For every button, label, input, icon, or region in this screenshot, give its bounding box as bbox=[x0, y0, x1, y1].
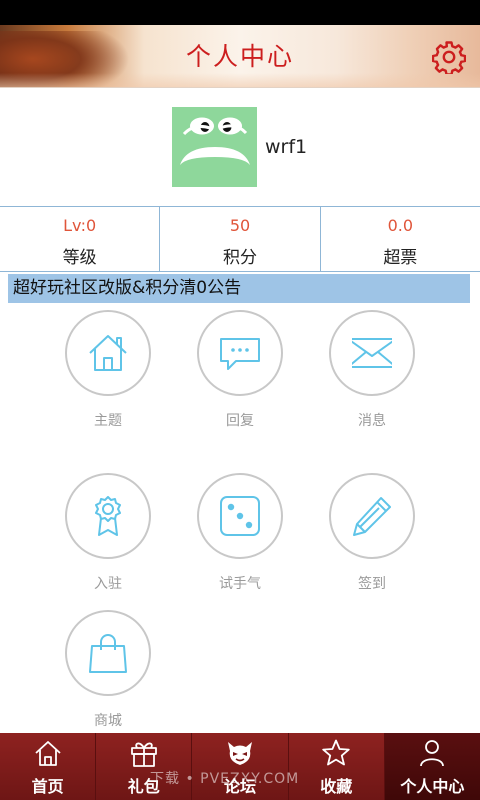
frog-face-avatar bbox=[180, 117, 250, 165]
stat-label: 超票 bbox=[383, 248, 418, 268]
menu-item-topics[interactable]: 主题 bbox=[63, 310, 153, 429]
watermark-text: 下载 • PVEZXY.COM bbox=[150, 771, 300, 787]
stat-tickets[interactable]: 0.0 超票 bbox=[321, 207, 480, 271]
menu-item-label: 签到 bbox=[358, 576, 386, 592]
tab-favorites[interactable]: 收藏 bbox=[289, 733, 385, 800]
bottom-tab-bar: 首页 礼包 论坛 收藏 个人中心 bbox=[0, 733, 480, 800]
home-outline-icon bbox=[34, 741, 61, 766]
envelope-icon bbox=[352, 338, 392, 368]
house-icon bbox=[89, 335, 127, 371]
stat-label: 等级 bbox=[62, 248, 97, 268]
menu-icon-circle bbox=[329, 310, 415, 396]
stat-label: 积分 bbox=[222, 248, 257, 268]
stat-value: 50 bbox=[229, 216, 251, 235]
tab-label: 首页 bbox=[31, 777, 64, 796]
tab-forum[interactable]: 论坛 bbox=[192, 733, 289, 800]
page-title: 个人中心 bbox=[185, 42, 294, 71]
stat-value: 0.0 bbox=[387, 216, 414, 235]
gift-icon bbox=[130, 742, 157, 767]
menu-item-shop[interactable]: 商城 bbox=[63, 610, 153, 729]
menu-item-label: 消息 bbox=[358, 413, 386, 429]
gear-icon bbox=[431, 41, 467, 76]
stat-points[interactable]: 50 积分 bbox=[160, 207, 321, 271]
badge-ribbon-icon bbox=[95, 496, 121, 536]
menu-icon-circle bbox=[65, 310, 151, 396]
menu-item-replies[interactable]: 回复 bbox=[195, 310, 285, 429]
menu-icon-circle bbox=[65, 473, 151, 559]
forum-mascot-icon bbox=[228, 742, 252, 765]
menu-item-try-luck[interactable]: 试手气 bbox=[195, 473, 285, 592]
stat-level[interactable]: Lv:0 等级 bbox=[0, 207, 161, 271]
star-icon bbox=[322, 739, 350, 766]
menu-icon-circle bbox=[197, 310, 283, 396]
shopping-bag-icon bbox=[89, 634, 127, 673]
menu-item-label: 入驻 bbox=[94, 576, 122, 592]
tab-home[interactable]: 首页 bbox=[0, 733, 97, 800]
menu-item-messages[interactable]: 消息 bbox=[327, 310, 417, 429]
menu-icon-circle bbox=[329, 473, 415, 559]
profile-section: wrf1 bbox=[0, 88, 480, 206]
dice-icon bbox=[220, 496, 260, 536]
header: 个人中心 bbox=[0, 25, 480, 88]
menu-item-label: 商城 bbox=[94, 713, 122, 729]
username: wrf1 bbox=[265, 136, 308, 158]
tab-profile[interactable]: 个人中心 bbox=[384, 733, 480, 800]
person-icon bbox=[420, 740, 445, 767]
menu-item-label: 回复 bbox=[226, 413, 254, 429]
menu-item-label: 主题 bbox=[94, 413, 122, 429]
chat-bubble-icon bbox=[220, 338, 260, 370]
announcement-banner[interactable]: 超好玩社区改版&积分清0公告 bbox=[8, 274, 470, 303]
stats-bar: Lv:0 等级 50 积分 0.0 超票 bbox=[0, 206, 480, 272]
tab-gifts[interactable]: 礼包 bbox=[96, 733, 193, 800]
menu-item-sign-in[interactable]: 签到 bbox=[327, 473, 417, 592]
settings-button[interactable] bbox=[431, 40, 467, 76]
menu-item-checkin-badge[interactable]: 入驻 bbox=[63, 473, 153, 592]
tab-label: 个人中心 bbox=[400, 777, 465, 796]
menu-icon-circle bbox=[197, 473, 283, 559]
menu-item-label: 试手气 bbox=[219, 576, 261, 592]
tab-label: 收藏 bbox=[320, 777, 353, 796]
menu-icon-circle bbox=[65, 610, 151, 696]
stat-value: Lv:0 bbox=[63, 216, 97, 235]
status-bar bbox=[0, 0, 480, 25]
avatar[interactable] bbox=[172, 107, 257, 187]
pencil-icon bbox=[353, 497, 391, 536]
